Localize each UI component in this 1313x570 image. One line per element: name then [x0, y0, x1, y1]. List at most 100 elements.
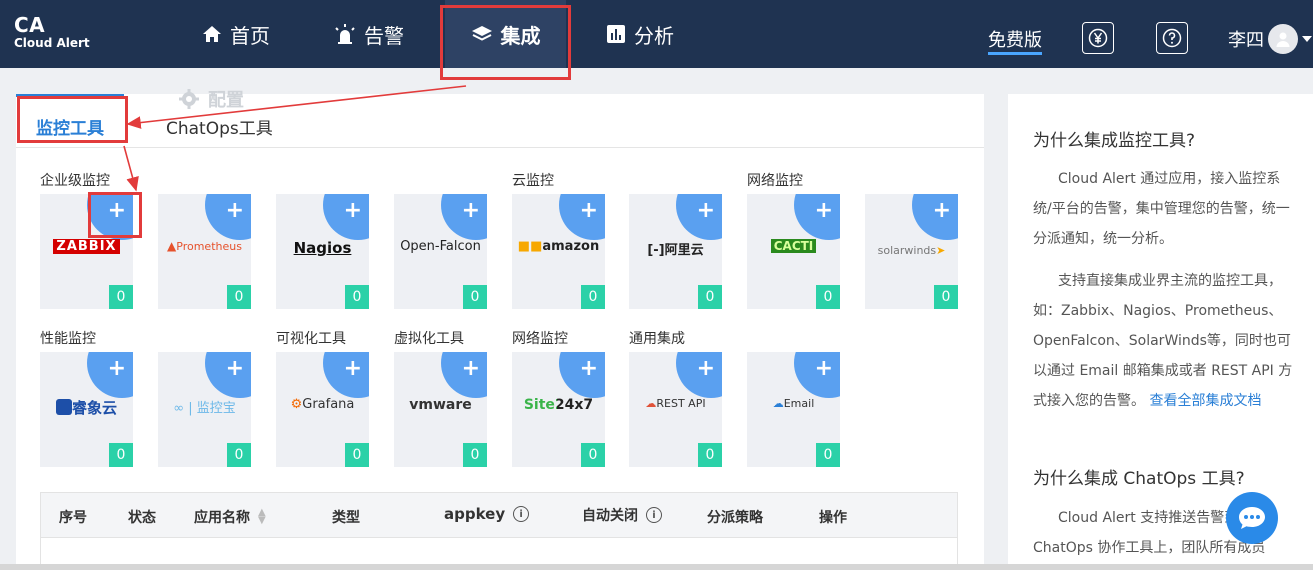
info-icon[interactable]: i — [513, 506, 530, 522]
brand-label: Site24x7 — [523, 397, 594, 413]
add-icon[interactable]: + — [697, 358, 715, 380]
integration-card-rest-api[interactable]: + ☁REST API 0 — [629, 352, 722, 467]
section-virtualization: 虚拟化工具 — [394, 331, 464, 347]
why-monitor-title: 为什么集成监控工具? — [1033, 131, 1196, 151]
nav-home[interactable]: 首页 — [202, 0, 270, 68]
col-type: 类型 — [332, 510, 360, 526]
section-cloud: 云监控 — [512, 173, 554, 189]
col-status: 状态 — [128, 510, 156, 526]
col-appkey-label: appkey — [444, 505, 506, 523]
brand-label: REST API — [656, 397, 706, 410]
cloud-icon: ☁ — [772, 397, 784, 410]
nav-analysis-label: 分析 — [634, 23, 674, 48]
count-badge: 0 — [227, 285, 251, 309]
integration-card-nagios[interactable]: + Nagios 0 — [276, 194, 369, 309]
sort-icon[interactable]: ▲ ▼ — [258, 508, 266, 526]
info-icon[interactable]: i — [646, 507, 662, 523]
integration-table-header: 序号 状态 应用名称 ▲ ▼ 类型 appkey i 自动关闭 i 分派策略 操作 — [40, 492, 958, 538]
add-icon[interactable]: + — [815, 358, 833, 380]
count-badge: 0 — [698, 443, 722, 467]
horizontal-scrollbar[interactable] — [0, 564, 1313, 570]
integration-highlight-box — [440, 5, 571, 80]
free-plan-underline — [988, 52, 1042, 55]
help-button[interactable] — [1156, 22, 1188, 54]
brand-label: 监控宝 — [196, 401, 236, 416]
why-monitor-text: Cloud Alert 通过应用，接入监控系统/平台的告警，集中管理您的告警，统… — [1033, 171, 1290, 247]
logo-title: CA — [14, 13, 46, 37]
add-icon[interactable]: + — [108, 358, 126, 380]
integration-card-prometheus[interactable]: + ▲Prometheus 0 — [158, 194, 251, 309]
billing-button[interactable] — [1082, 22, 1114, 54]
free-plan-link[interactable]: 免费版 — [988, 26, 1042, 52]
integration-card-amazon[interactable]: + ■■amazon 0 — [512, 194, 605, 309]
add-icon[interactable]: + — [344, 200, 362, 222]
count-badge: 0 — [345, 285, 369, 309]
add-icon[interactable]: + — [226, 200, 244, 222]
ruixiang-logo-icon — [55, 399, 72, 415]
nav-home-label: 首页 — [230, 23, 270, 48]
count-badge: 0 — [227, 443, 251, 467]
integration-card-grafana[interactable]: + ⚙Grafana 0 — [276, 352, 369, 467]
integration-card-site24x7[interactable]: + Site24x7 0 — [512, 352, 605, 467]
logo[interactable]: CA Cloud Alert — [14, 14, 90, 50]
brand-label: ZABBIX — [53, 239, 120, 254]
count-badge: 0 — [934, 285, 958, 309]
col-appkey: appkey i — [444, 505, 530, 523]
add-icon[interactable]: + — [580, 200, 598, 222]
brand-label: Email — [783, 397, 815, 410]
col-app-name[interactable]: 应用名称 ▲ ▼ — [194, 507, 266, 527]
add-icon[interactable]: + — [462, 200, 480, 222]
tab-chatops-tools[interactable]: ChatOps工具 — [166, 114, 273, 139]
brand-label: amazon — [542, 239, 600, 254]
user-name[interactable]: 李四 — [1228, 26, 1264, 52]
count-badge: 0 — [109, 285, 133, 309]
add-icon[interactable]: + — [815, 200, 833, 222]
integration-card-vmware[interactable]: + vmware 0 — [394, 352, 487, 467]
integration-card-cacti[interactable]: + CACTI 0 — [747, 194, 840, 309]
integration-card-open-falcon[interactable]: + Open-Falcon 0 — [394, 194, 487, 309]
col-actions: 操作 — [819, 510, 847, 526]
nav-analysis[interactable]: 分析 — [606, 0, 674, 68]
ghost-config-tab: 配置 — [178, 86, 244, 112]
aliyun-bracket-icon: [-] — [647, 243, 665, 258]
add-icon[interactable]: + — [580, 358, 598, 380]
count-badge: 0 — [345, 443, 369, 467]
chat-support-button[interactable] — [1226, 492, 1278, 544]
brand-label: CACTI — [770, 239, 817, 253]
col-index: 序号 — [59, 510, 87, 526]
add-icon[interactable]: + — [697, 200, 715, 222]
nav-alerts[interactable]: 告警 — [334, 0, 404, 68]
gear-icon — [179, 89, 199, 109]
tab-bar: 配置 监控工具 ChatOps工具 — [16, 89, 984, 148]
all-docs-link[interactable]: 查看全部集成文档 — [1149, 393, 1261, 409]
count-badge: 0 — [816, 443, 840, 467]
infinity-icon: ∞ — [173, 401, 185, 416]
avatar[interactable] — [1268, 24, 1298, 54]
col-dispatch: 分派策略 — [707, 510, 763, 526]
section-network: 网络监控 — [747, 173, 803, 189]
col-auto-close: 自动关闭 i — [582, 505, 662, 525]
integration-card-ruixiangyun[interactable]: + 睿象云 0 — [40, 352, 133, 467]
why-chatops-title: 为什么集成 ChatOps 工具? — [1033, 469, 1245, 489]
count-badge: 0 — [463, 285, 487, 309]
brand-label: Grafana — [302, 397, 355, 412]
brand-label: Nagios — [293, 239, 352, 257]
brand-logo-email: ☁Email — [747, 397, 840, 410]
integration-card-solarwinds[interactable]: + solarwinds➤ 0 — [865, 194, 958, 309]
user-menu-caret-icon[interactable] — [1302, 36, 1312, 42]
add-icon[interactable]: + — [226, 358, 244, 380]
integration-card-jiankongbao[interactable]: + ∞ | 监控宝 0 — [158, 352, 251, 467]
logo-subtitle: Cloud Alert — [14, 36, 90, 50]
brand-logo-amazon: ■■amazon — [512, 239, 605, 254]
add-icon[interactable]: + — [344, 358, 362, 380]
brand-logo-ruixiangyun: 睿象云 — [40, 397, 133, 418]
help-icon — [1162, 28, 1182, 48]
cloud-icon: ☁ — [645, 397, 657, 410]
integration-card-email[interactable]: + ☁Email 0 — [747, 352, 840, 467]
flame-icon: ▲ — [167, 239, 177, 253]
integration-card-aliyun[interactable]: + [-]阿里云 0 — [629, 194, 722, 309]
brand-logo-solarwinds: solarwinds➤ — [865, 244, 958, 257]
add-icon[interactable]: + — [933, 200, 951, 222]
home-icon — [202, 25, 222, 43]
add-icon[interactable]: + — [462, 358, 480, 380]
